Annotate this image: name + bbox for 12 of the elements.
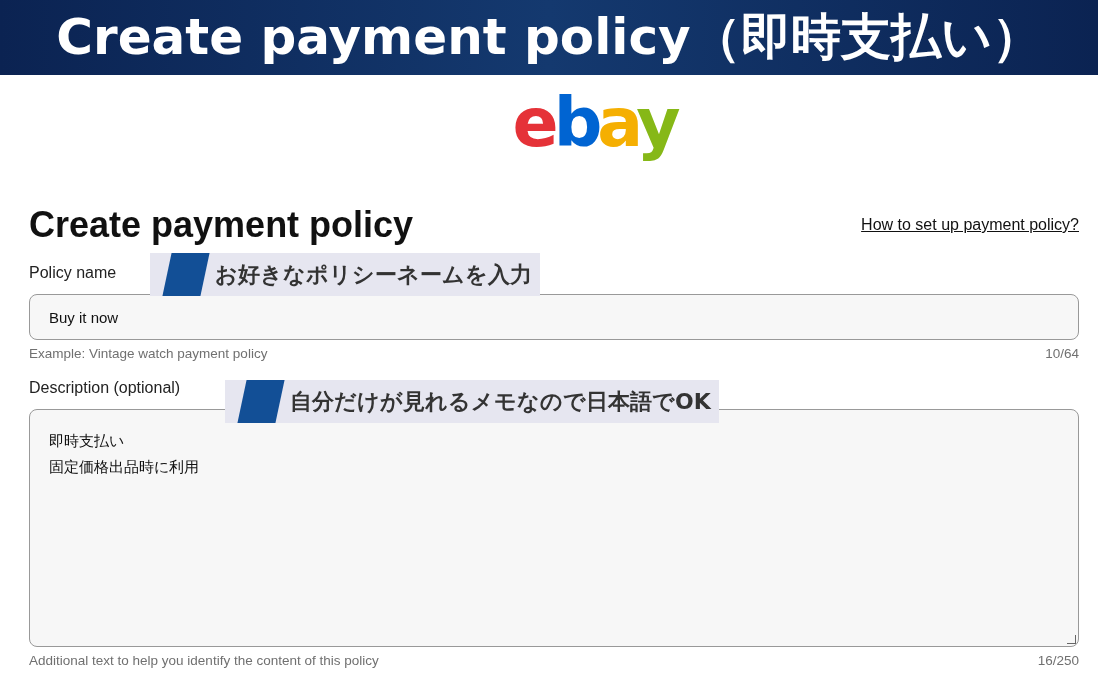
helper-text: Example: Vintage watch payment policy — [29, 346, 268, 361]
helper-text: Additional text to help you identify the content of this policy — [29, 653, 379, 668]
page-heading: Create payment policy — [29, 204, 414, 246]
field-label: Description (optional) — [29, 379, 181, 397]
character-count: 16/250 — [1037, 653, 1079, 668]
policy-name-field[interactable]: Buy it now — [29, 294, 1079, 340]
logo: ebay — [512, 89, 676, 164]
field-label: Policy name — [29, 264, 117, 282]
callout-text: お好きなポリシーネームを入力 — [215, 260, 533, 289]
character-count: 10/64 — [1045, 346, 1079, 361]
help-link[interactable]: How to set up payment policy? — [861, 216, 1079, 234]
slide-title: Create payment policy（即時支払い） — [56, 7, 1042, 68]
